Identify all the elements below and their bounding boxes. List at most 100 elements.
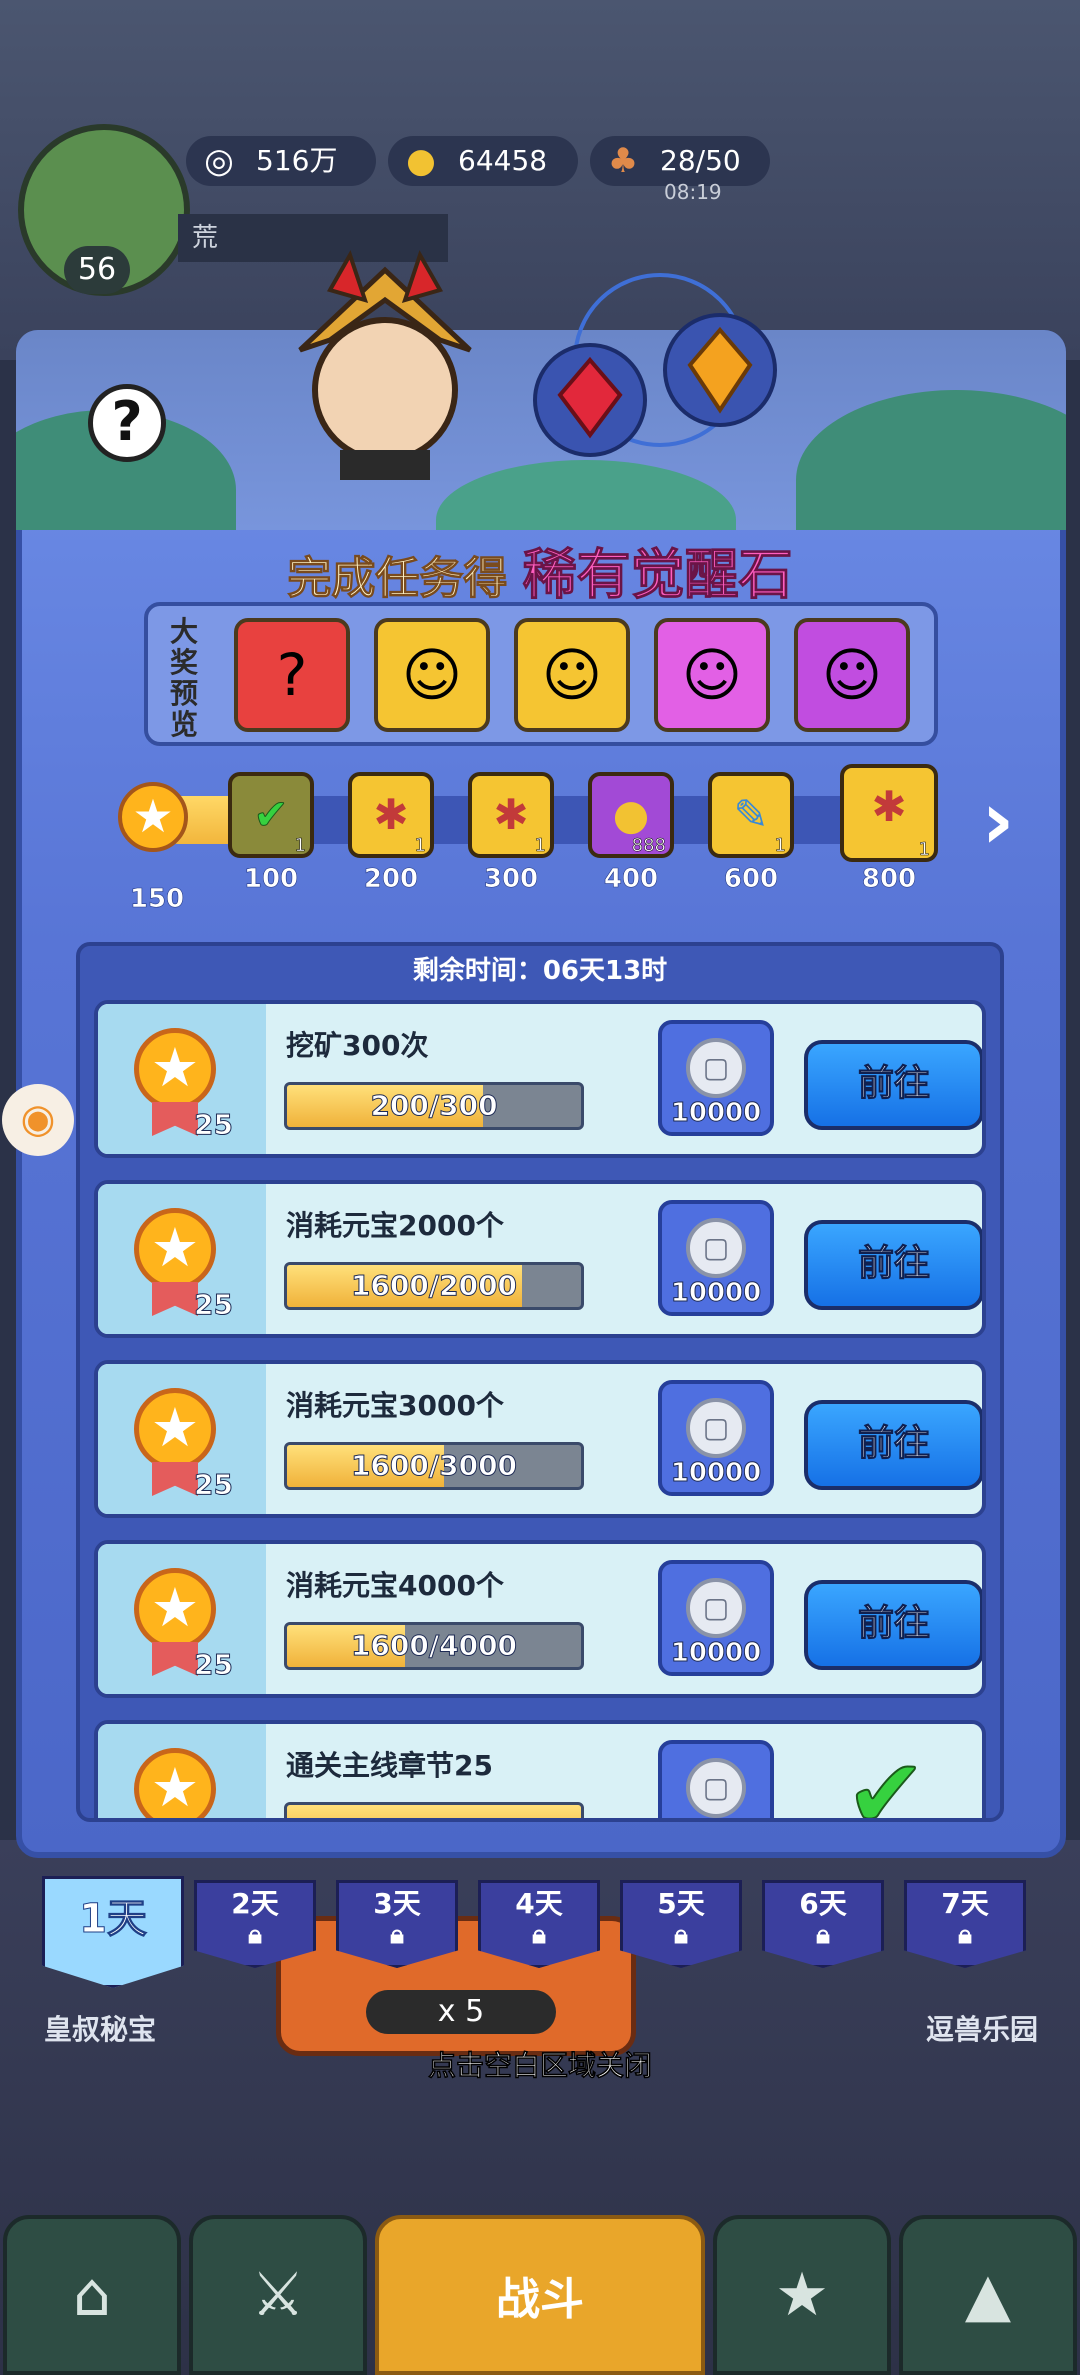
close-hint[interactable]: 点击空白区域关闭 — [0, 2044, 1080, 2084]
task-row: ★ 25 消耗元宝2000个 1600/2000 ▢ 10000 前往 — [94, 1180, 986, 1338]
medal-count: 25 — [194, 1108, 234, 1142]
tab-day-7[interactable]: 7天 🔒︎ — [904, 1880, 1026, 1968]
milestone-reward-100[interactable]: ✔ 1 — [228, 772, 314, 858]
check-icon: ✔ — [253, 790, 289, 840]
go-button[interactable]: 前往 — [804, 1220, 982, 1310]
lock-icon: 🔒︎ — [958, 1920, 972, 1950]
tab-day-6[interactable]: 6天 🔒︎ — [762, 1880, 884, 1968]
puzzle-fragment-icon: ✱ — [871, 782, 907, 831]
star-medal-icon: ★ — [134, 1208, 216, 1290]
task-reward[interactable]: ▢ 10000 — [658, 1200, 774, 1316]
hero-portrait-icon: ☺ — [401, 641, 463, 709]
milestone-reward-300[interactable]: ✱ 1 — [468, 772, 554, 858]
preview-item-mystery[interactable]: ? — [234, 618, 350, 732]
gamepad-icon[interactable]: ◉ — [2, 1084, 74, 1156]
current-score: 150 — [129, 884, 185, 915]
preview-item-hero-3[interactable]: ☺ — [654, 618, 770, 732]
go-button[interactable]: 前往 — [804, 1580, 982, 1670]
milestone-reward-400[interactable]: ● 888 — [588, 772, 674, 858]
preview-item-hero-2[interactable]: ☺ — [514, 618, 630, 732]
tab-day-4[interactable]: 4天 🔒︎ — [478, 1880, 600, 1968]
task-reward[interactable]: ▢ 10000 — [658, 1380, 774, 1496]
lock-icon: 🔒︎ — [390, 1920, 404, 1950]
grand-prize-preview: 大奖预览 ? ☺ ☺ ☺ ☺ — [144, 602, 938, 746]
nav-rooster-button[interactable]: ★ — [713, 2215, 891, 2375]
nav-helmet-button[interactable]: ⚔ — [189, 2215, 367, 2375]
silver-coin-counter[interactable]: ◎ 516万 — [186, 136, 376, 186]
reward-amount: 10000 — [670, 1098, 762, 1129]
star-medal-icon: ★ — [134, 1568, 216, 1650]
go-button[interactable]: 前往 — [804, 1400, 982, 1490]
tab-day-3[interactable]: 3天 🔒︎ — [336, 1880, 458, 1968]
lock-icon: 🔒︎ — [816, 1920, 830, 1950]
scroll-icon: ✎ — [733, 790, 769, 839]
go-button[interactable]: 前往 — [804, 1040, 982, 1130]
preview-label: 大奖预览 — [170, 615, 199, 741]
puzzle-fragment-icon: ✱ — [493, 790, 529, 839]
check-icon: ✔ — [845, 1738, 927, 1822]
modal-title: 完成任务得 稀有觉醒石 — [200, 530, 880, 609]
task-name: 通关主线章节25 — [286, 1749, 493, 1782]
milestone-count: 1 — [414, 835, 426, 856]
nav-battle-button[interactable]: 战斗 — [375, 2215, 705, 2375]
silver-coin-value: 516万 — [256, 144, 338, 177]
task-reward[interactable]: ▢ 10000 — [658, 1740, 774, 1818]
gold-ingot-counter[interactable]: ● 64458 — [388, 136, 578, 186]
milestone-reward-600[interactable]: ✎ 1 — [708, 772, 794, 858]
reward-amount: 10000 — [670, 1278, 762, 1309]
mystery-puzzle-icon: ? — [276, 641, 308, 709]
lock-icon: 🔒︎ — [532, 1920, 546, 1950]
task-progress-text: 1600/2000 — [350, 1269, 518, 1303]
day-label: 3天 — [373, 1887, 421, 1920]
milestone-label: 300 — [483, 864, 539, 895]
tab-day-2[interactable]: 2天 🔒︎ — [194, 1880, 316, 1968]
stamina-timer: 08:19 — [664, 180, 722, 204]
meat-icon: ♣ — [607, 141, 639, 181]
task-row: ★ 25 消耗元宝4000个 1600/4000 ▢ 10000 前往 — [94, 1540, 986, 1698]
task-name: 挖矿300次 — [286, 1029, 429, 1062]
task-reward[interactable]: ▢ 10000 — [658, 1020, 774, 1136]
milestone-label: 200 — [363, 864, 419, 895]
day-label: 5天 — [657, 1887, 705, 1920]
treasure-label[interactable]: 皇叔秘宝 — [44, 2008, 156, 2048]
stamina-counter[interactable]: ♣ 28/50 — [590, 136, 770, 186]
preview-item-hero-4[interactable]: ☺ — [794, 618, 910, 732]
task-name: 消耗元宝4000个 — [286, 1569, 504, 1602]
beast-park-label[interactable]: 逗兽乐园 — [926, 2008, 1038, 2048]
task-row: ★ 25 通关主线章节25 ▢ 10000 ✔ — [94, 1720, 986, 1822]
task-panel: ★ 25 挖矿300次 200/300 ▢ 10000 前往 ★ 25 消耗元宝… — [76, 942, 1004, 1822]
day-label: 7天 — [941, 1887, 989, 1920]
chevron-right-icon[interactable]: › — [968, 778, 1028, 868]
nav-city-button[interactable]: ⌂ — [3, 2215, 181, 2375]
hero-portrait-icon: ☺ — [681, 641, 743, 709]
milestone-count: 1 — [774, 835, 786, 856]
task-row: ★ 25 消耗元宝3000个 1600/3000 ▢ 10000 前往 — [94, 1360, 986, 1518]
silver-coin-icon: ▢ — [686, 1758, 746, 1818]
day-label: 6天 — [799, 1887, 847, 1920]
task-progress-bar: 1600/4000 — [284, 1622, 584, 1670]
task-progress-text: 1600/4000 — [350, 1629, 518, 1663]
title-highlight: 稀有觉醒石 — [522, 543, 793, 607]
bottom-nav: ⌂ ⚔ 战斗 ★ ▲ — [0, 2215, 1080, 2375]
reward-amount: 10000 — [670, 1458, 762, 1489]
milestone-reward-200[interactable]: ✱ 1 — [348, 772, 434, 858]
silver-coin-icon: ▢ — [686, 1218, 746, 1278]
tab-day-1[interactable]: 1天 — [42, 1876, 184, 1988]
hero-portrait-icon: ☺ — [541, 641, 603, 709]
silver-coin-icon: ▢ — [686, 1578, 746, 1638]
hero-illustration — [270, 250, 500, 480]
help-button[interactable]: ? — [88, 384, 166, 462]
day-label: 4天 — [515, 1887, 563, 1920]
tab-day-5[interactable]: 5天 🔒︎ — [620, 1880, 742, 1968]
nav-upgrade-button[interactable]: ▲ — [899, 2215, 1077, 2375]
milestone-reward-800[interactable]: ✱ 1 — [840, 764, 938, 862]
task-reward[interactable]: ▢ 10000 — [658, 1560, 774, 1676]
task-progress-bar — [284, 1802, 584, 1818]
preview-item-hero-1[interactable]: ☺ — [374, 618, 490, 732]
lock-icon: 🔒︎ — [674, 1920, 688, 1950]
task-row: ★ 25 挖矿300次 200/300 ▢ 10000 前往 — [94, 1000, 986, 1158]
milestone-label: 600 — [723, 864, 779, 895]
awakening-stones-illustration — [520, 260, 820, 460]
day-tabs: 1天 2天 🔒︎ 3天 🔒︎ 4天 🔒︎ 5天 🔒︎ 6天 🔒︎ 7天 🔒︎ — [42, 1876, 1042, 1988]
milestone-count: 1 — [534, 835, 546, 856]
